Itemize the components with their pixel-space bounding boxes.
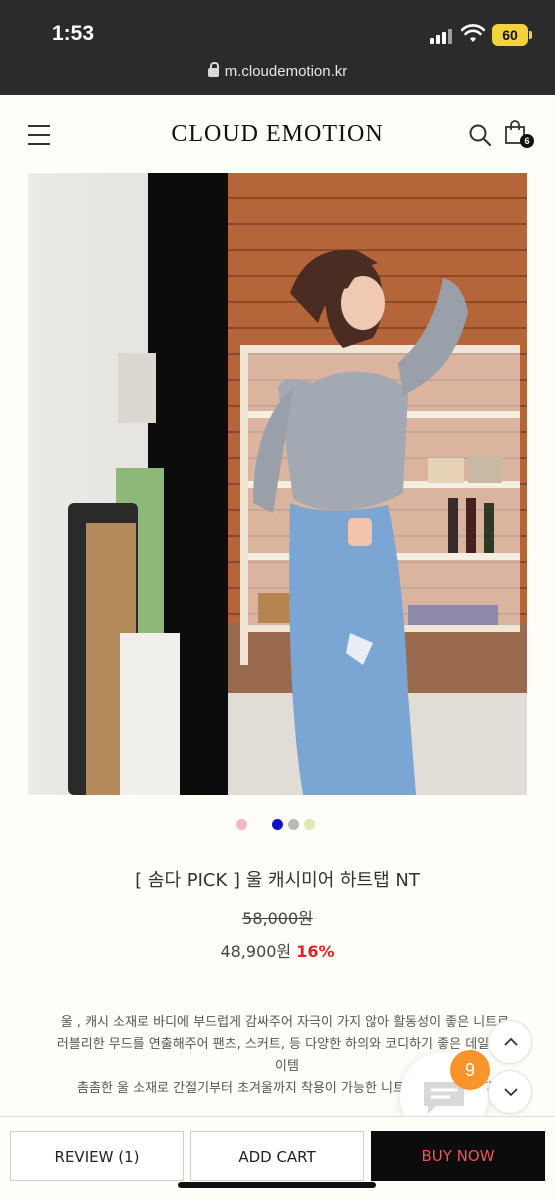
cart-count-badge: 6	[520, 134, 534, 148]
address-bar[interactable]: m.cloudemotion.kr	[0, 62, 555, 80]
add-cart-button[interactable]: ADD CART	[190, 1131, 364, 1181]
description-line: 울 , 캐시 소재로 바디에 부드럽게 감싸주어 자극이 가지 않아 활동성이 …	[60, 1015, 514, 1030]
review-button[interactable]: REVIEW (1)	[10, 1131, 184, 1181]
chevron-down-icon	[504, 1088, 518, 1097]
search-icon[interactable]	[468, 123, 492, 147]
scroll-up-button[interactable]	[488, 1020, 532, 1064]
cellular-signal-icon	[430, 28, 456, 44]
color-swatches	[0, 819, 555, 831]
wifi-icon	[461, 24, 485, 42]
product-photo-illustration	[28, 173, 527, 795]
product-image[interactable]	[28, 173, 527, 795]
scroll-down-button[interactable]	[488, 1070, 532, 1114]
status-bar: 1:53 60 m.cloudemotion.kr	[0, 0, 555, 95]
lock-icon	[207, 62, 219, 77]
cart-button[interactable]: 6	[504, 120, 534, 150]
url-text: m.cloudemotion.kr	[224, 63, 348, 80]
chevron-up-icon	[504, 1037, 518, 1046]
chat-notification-badge: 9	[450, 1050, 490, 1090]
color-swatch[interactable]	[288, 819, 299, 830]
discount-rate: 16%	[296, 942, 335, 961]
buy-now-button[interactable]: BUY NOW	[371, 1131, 545, 1181]
status-time: 1:53	[52, 22, 95, 45]
sale-price-line: 48,900원 16%	[0, 938, 555, 962]
product-title: [ 솜다 PICK ] 울 캐시미어 하트탭 NT	[135, 870, 420, 891]
site-header: CLOUD EMOTION 6	[0, 95, 555, 173]
color-swatch[interactable]	[236, 819, 247, 830]
sale-price: 48,900원	[220, 942, 292, 961]
original-price: 58,000원	[242, 909, 313, 928]
color-swatch[interactable]	[304, 819, 315, 830]
home-indicator	[178, 1182, 376, 1188]
color-swatch[interactable]	[272, 819, 283, 830]
battery-indicator: 60	[492, 24, 532, 46]
